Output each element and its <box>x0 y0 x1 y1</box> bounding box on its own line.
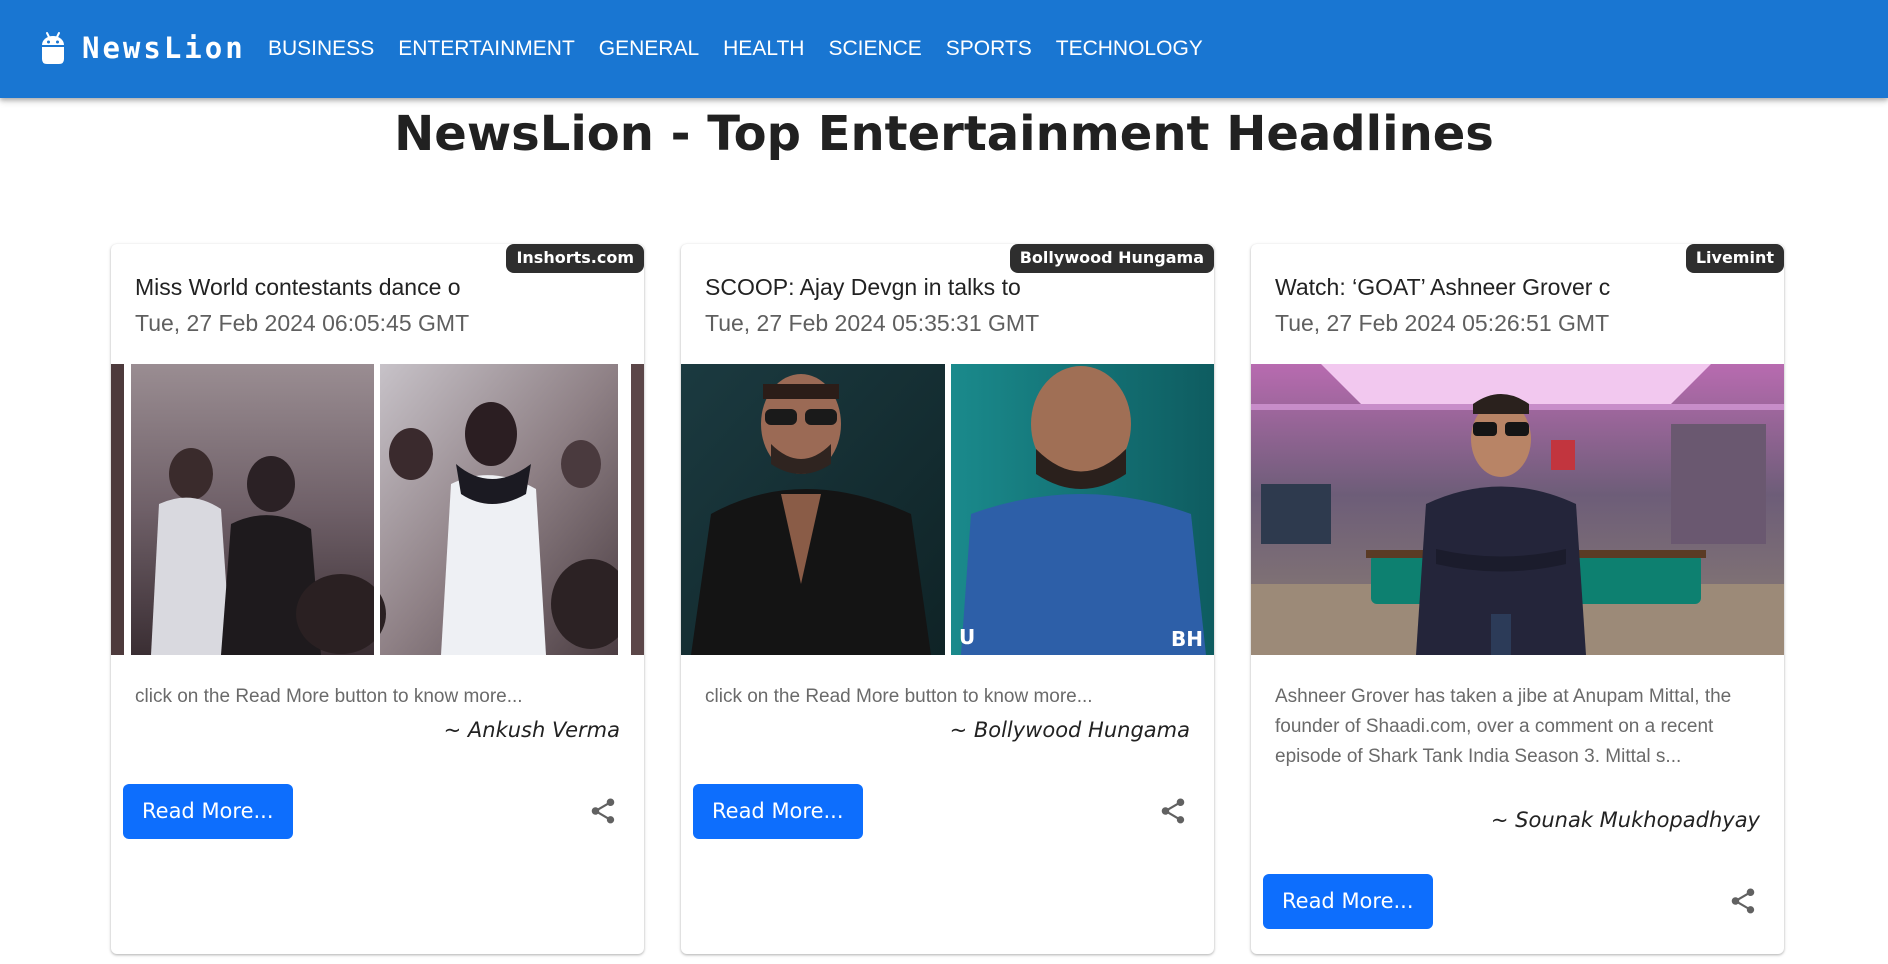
card-title: Miss World contestants dance o <box>135 274 461 300</box>
nav-link-general[interactable]: GENERAL <box>587 29 711 69</box>
android-icon[interactable] <box>40 30 66 66</box>
share-icon[interactable] <box>1158 796 1188 826</box>
share-icon[interactable] <box>1728 886 1758 916</box>
source-badge: Inshorts.com <box>506 244 644 273</box>
read-more-button[interactable]: Read More... <box>1263 874 1433 929</box>
nav-link-technology[interactable]: TECHNOLOGY <box>1044 29 1215 69</box>
card-image <box>111 364 644 655</box>
card-description: click on the Read More button to know mo… <box>705 686 1093 707</box>
nav-link-entertainment[interactable]: ENTERTAINMENT <box>386 29 587 69</box>
nav-link-sports[interactable]: SPORTS <box>934 29 1044 69</box>
svg-text:U: U <box>959 625 975 649</box>
card-title: Watch: ‘GOAT’ Ashneer Grover c <box>1275 274 1611 300</box>
svg-text:BH: BH <box>1171 627 1203 651</box>
card-author: ~ Sounak Mukhopadhyay <box>1490 808 1760 832</box>
card-image: U BH <box>681 364 1214 655</box>
card-date: Tue, 27 Feb 2024 06:05:45 GMT <box>135 310 470 336</box>
news-card: Bollywood Hungama SCOOP: Ajay Devgn in t… <box>681 244 1214 954</box>
page-title: NewsLion - Top Entertainment Headlines <box>394 106 1494 162</box>
card-date: Tue, 27 Feb 2024 05:26:51 GMT <box>1275 310 1610 336</box>
nav-link-science[interactable]: SCIENCE <box>816 29 933 69</box>
source-badge: Livemint <box>1685 244 1784 273</box>
card-date: Tue, 27 Feb 2024 05:35:31 GMT <box>705 310 1040 336</box>
share-icon[interactable] <box>588 796 618 826</box>
source-badge: Bollywood Hungama <box>1009 244 1214 273</box>
nav-link-health[interactable]: HEALTH <box>711 29 816 69</box>
card-author: ~ Ankush Verma <box>443 718 620 742</box>
card-description: click on the Read More button to know mo… <box>135 686 523 707</box>
news-card: Inshorts.com Miss World contestants danc… <box>111 244 644 954</box>
card-description: Ashneer Grover has taken a jibe at Anupa… <box>1275 686 1732 767</box>
category-nav: BUSINESS ENTERTAINMENT GENERAL HEALTH SC… <box>256 0 1215 98</box>
card-image <box>1251 364 1784 655</box>
card-title: SCOOP: Ajay Devgn in talks to <box>705 274 1021 300</box>
read-more-button[interactable]: Read More... <box>123 784 293 839</box>
brand-link[interactable]: NewsLion <box>82 30 246 66</box>
news-card: Livemint Watch: ‘GOAT’ Ashneer Grover c … <box>1251 244 1784 954</box>
read-more-button[interactable]: Read More... <box>693 784 863 839</box>
nav-link-business[interactable]: BUSINESS <box>256 29 386 69</box>
card-author: ~ Bollywood Hungama <box>949 718 1190 742</box>
app-bar: NewsLion BUSINESS ENTERTAINMENT GENERAL … <box>0 0 1888 98</box>
